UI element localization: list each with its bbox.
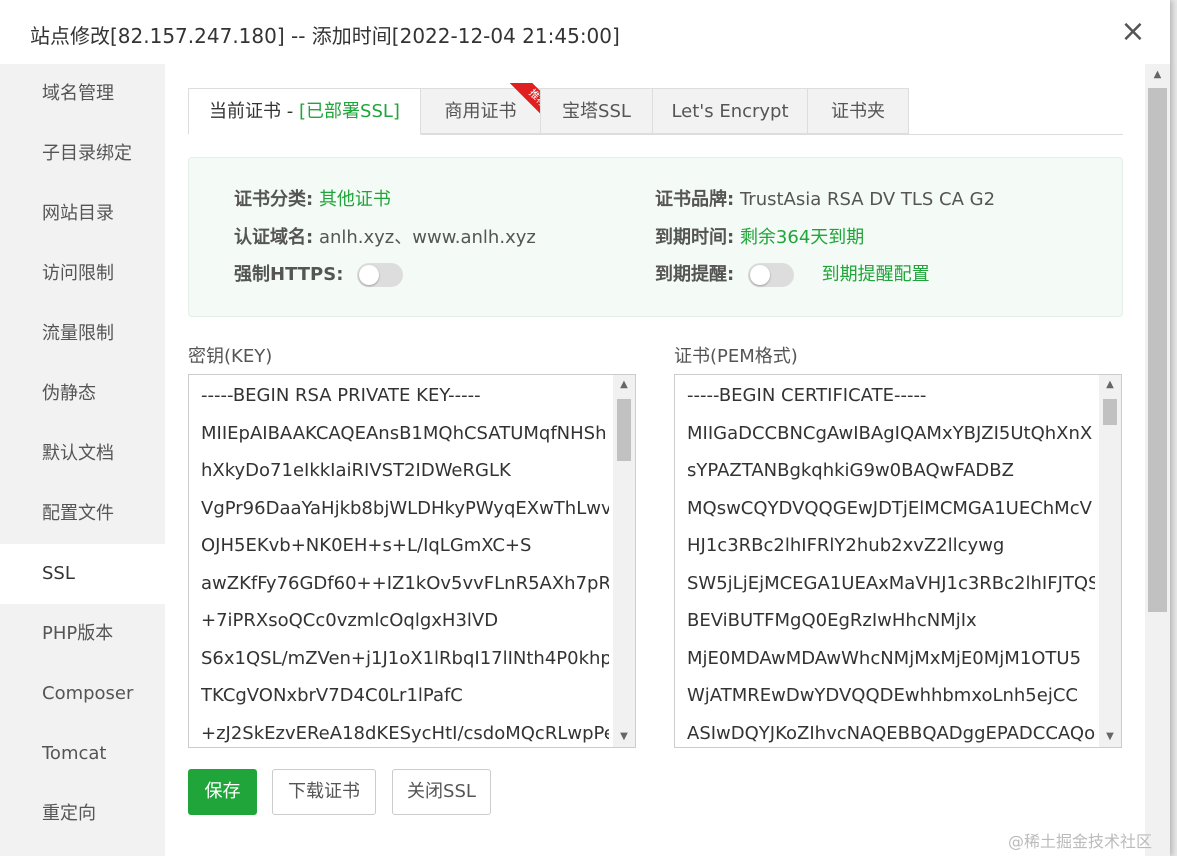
tab-current-cert[interactable]: 当前证书 - [已部署SSL]: [188, 88, 421, 135]
scroll-up-icon[interactable]: ▲: [1145, 64, 1170, 86]
cert-line: BEViBUTFMgQ0EgRzIwHhcNMjIx: [687, 610, 977, 631]
key-line: -----BEGIN RSA PRIVATE KEY-----: [201, 385, 481, 406]
force-https-label: 强制HTTPS:: [234, 264, 344, 285]
key-line: OJH5EKvb+NK0EH+s+L/IqLGmXC+S: [201, 535, 532, 556]
force-https-toggle[interactable]: [357, 263, 404, 287]
ssl-panel: 当前证书 - [已部署SSL] 商用证书 推荐 宝塔SSL Let's Encr…: [165, 64, 1145, 844]
sidebar-item-default-doc[interactable]: 默认文档: [0, 424, 165, 484]
sidebar: 域名管理 子目录绑定 网站目录 访问限制 流量限制 伪静态 默认文档 配置文件 …: [0, 64, 165, 856]
key-text: -----BEGIN RSA PRIVATE KEY----- MIIEpAIBA…: [201, 377, 609, 747]
cert-scroll-thumb[interactable]: [1103, 399, 1117, 425]
cert-expire-row: 到期时间: 剩余364天到期: [655, 225, 864, 251]
key-line: awZKfFy76GDf60++IZ1kOv5vvFLnR5AXh7pRr: [201, 572, 609, 594]
sidebar-item-tomcat[interactable]: Tomcat: [0, 724, 165, 784]
cert-line: MQswCQYDVQQGEwJDTjElMCMGA1UEChMcV: [687, 497, 1092, 519]
sidebar-item-access-limit[interactable]: 访问限制: [0, 244, 165, 304]
tab-cert-folder[interactable]: 证书夹: [807, 88, 909, 134]
key-label: 密钥(KEY): [188, 346, 273, 367]
cert-category-row: 证书分类: 其他证书: [234, 187, 391, 213]
key-line: MIIEpAIBAAKCAQEAnsB1MQhCSATUMqfNHSh: [201, 422, 607, 444]
cert-line: sYPAZTANBgkqhkiG9w0BAQwFADBZ: [687, 460, 1014, 481]
expire-remind-config-link[interactable]: 到期提醒配置: [822, 264, 930, 285]
key-line: S6x1QSL/mZVen+j1J1oX1lRbqI17lINth4P0khpt: [201, 647, 609, 669]
key-line: +zJ2SkEzvEReA18dKESycHtI/csdoMQcRLwpPe: [201, 722, 609, 744]
scroll-up-icon[interactable]: ▲: [1099, 375, 1121, 395]
site-edit-dialog: 站点修改[82.157.247.180] -- 添加时间[2022-12-04 …: [0, 0, 1170, 856]
cert-line: MIIGaDCCBNCgAwIBAgIQAMxYBJZI5UtQhXnX: [687, 422, 1093, 444]
close-ssl-button[interactable]: 关闭SSL: [392, 769, 491, 815]
cert-line: -----BEGIN CERTIFICATE-----: [687, 385, 927, 406]
sidebar-item-traffic-limit[interactable]: 流量限制: [0, 304, 165, 364]
save-button[interactable]: 保存: [188, 769, 257, 815]
cert-brand-value: TrustAsia RSA DV TLS CA G2: [739, 189, 996, 210]
sidebar-item-composer[interactable]: Composer: [0, 664, 165, 724]
expire-remind-row: 到期提醒: 到期提醒配置: [655, 262, 930, 288]
dialog-scroll-thumb[interactable]: [1148, 88, 1167, 612]
watermark: @稀土掘金技术社区: [1008, 832, 1153, 851]
expire-remind-label: 到期提醒:: [655, 264, 735, 285]
ssl-tabs: 当前证书 - [已部署SSL] 商用证书 推荐 宝塔SSL Let's Encr…: [188, 83, 1123, 135]
toggle-knob: [749, 265, 770, 285]
tab-letsencrypt[interactable]: Let's Encrypt: [652, 88, 808, 134]
cert-brand-row: 证书品牌: TrustAsia RSA DV TLS CA G2: [655, 187, 995, 213]
key-line: +7iPRXsoQCc0vzmlcOqlgxH3lVD: [201, 610, 499, 631]
dialog-scrollbar[interactable]: ▲: [1145, 64, 1170, 856]
sidebar-item-domain[interactable]: 域名管理: [0, 64, 165, 124]
cert-line: WjATMREwDwYDVQQDEwhhbmxoLnh5ejCC: [687, 685, 1078, 706]
cert-line: SW5jLjEjMCEGA1UEAxMaVHJ1c3RBc2lhIFJTQS: [687, 572, 1095, 594]
key-scroll-thumb[interactable]: [617, 399, 631, 461]
cert-label: 证书(PEM格式): [674, 346, 798, 367]
force-https-row: 强制HTTPS:: [234, 262, 404, 288]
toggle-knob: [359, 265, 380, 285]
sidebar-item-rewrite[interactable]: 伪静态: [0, 364, 165, 424]
dialog-title: 站点修改[82.157.247.180] -- 添加时间[2022-12-04 …: [30, 24, 620, 48]
tab-current-cert-status: [已部署SSL]: [299, 101, 400, 122]
key-line: TKCgVONxbrV7D4C0Lr1lPafC: [201, 685, 463, 706]
cert-category-label: 证书分类:: [234, 189, 314, 210]
cert-line: MjE0MDAwMDAwWhcNMjMxMjE0MjM1OTU5: [687, 647, 1082, 669]
cert-expire-value: 剩余364天到期: [739, 227, 865, 248]
sidebar-item-php[interactable]: PHP版本: [0, 604, 165, 664]
sidebar-item-redirect[interactable]: 重定向: [0, 784, 165, 844]
close-icon[interactable]: ×: [1120, 17, 1146, 48]
cert-scrollbar[interactable]: ▲ ▼: [1099, 375, 1121, 747]
sidebar-item-subdir[interactable]: 子目录绑定: [0, 124, 165, 184]
tab-commercial-cert[interactable]: 商用证书 推荐: [420, 83, 547, 134]
cert-domain-row: 认证域名: anlh.xyz、www.anlh.xyz: [234, 225, 536, 251]
dialog-titlebar: 站点修改[82.157.247.180] -- 添加时间[2022-12-04 …: [0, 0, 1170, 65]
scroll-down-icon[interactable]: ▼: [1099, 727, 1121, 747]
key-line: VgPr96DaaYaHjkb8bjWLDHkyPWyqEXwThLwv: [201, 497, 609, 519]
scroll-down-icon[interactable]: ▼: [613, 727, 635, 747]
scroll-up-icon[interactable]: ▲: [613, 375, 635, 395]
expire-remind-toggle[interactable]: [747, 263, 794, 287]
tab-commercial-cert-label: 商用证书: [444, 101, 517, 122]
cert-info-box: 证书分类: 其他证书 证书品牌: TrustAsia RSA DV TLS CA…: [188, 157, 1123, 317]
cert-domain-label: 认证域名:: [234, 227, 314, 248]
download-cert-button[interactable]: 下载证书: [272, 769, 376, 815]
key-scrollbar[interactable]: ▲ ▼: [613, 375, 635, 747]
sidebar-item-ssl[interactable]: SSL: [0, 544, 165, 604]
tab-baota-ssl[interactable]: 宝塔SSL: [540, 88, 653, 134]
key-textarea[interactable]: -----BEGIN RSA PRIVATE KEY----- MIIEpAIBA…: [188, 374, 636, 748]
cert-domain-value: anlh.xyz、www.anlh.xyz: [318, 227, 536, 248]
key-line: hXkyDo71eIkkIaiRIVST2IDWeRGLK: [201, 460, 511, 481]
cert-line: HJ1c3RBc2lhIFRlY2hub2xvZ2llcywg: [687, 535, 1005, 556]
tab-current-cert-label: 当前证书 -: [209, 101, 299, 122]
cert-textarea[interactable]: -----BEGIN CERTIFICATE----- MIIGaDCCBNCgA…: [674, 374, 1122, 748]
cert-category-value: 其他证书: [318, 189, 391, 210]
cert-text: -----BEGIN CERTIFICATE----- MIIGaDCCBNCgA…: [687, 377, 1095, 747]
sidebar-item-config[interactable]: 配置文件: [0, 484, 165, 544]
cert-expire-label: 到期时间:: [655, 227, 735, 248]
cert-brand-label: 证书品牌:: [655, 189, 735, 210]
sidebar-item-site-dir[interactable]: 网站目录: [0, 184, 165, 244]
cert-line: ASIwDQYJKoZIhvcNAQEBBQADggEPADCCAQo: [687, 722, 1095, 744]
